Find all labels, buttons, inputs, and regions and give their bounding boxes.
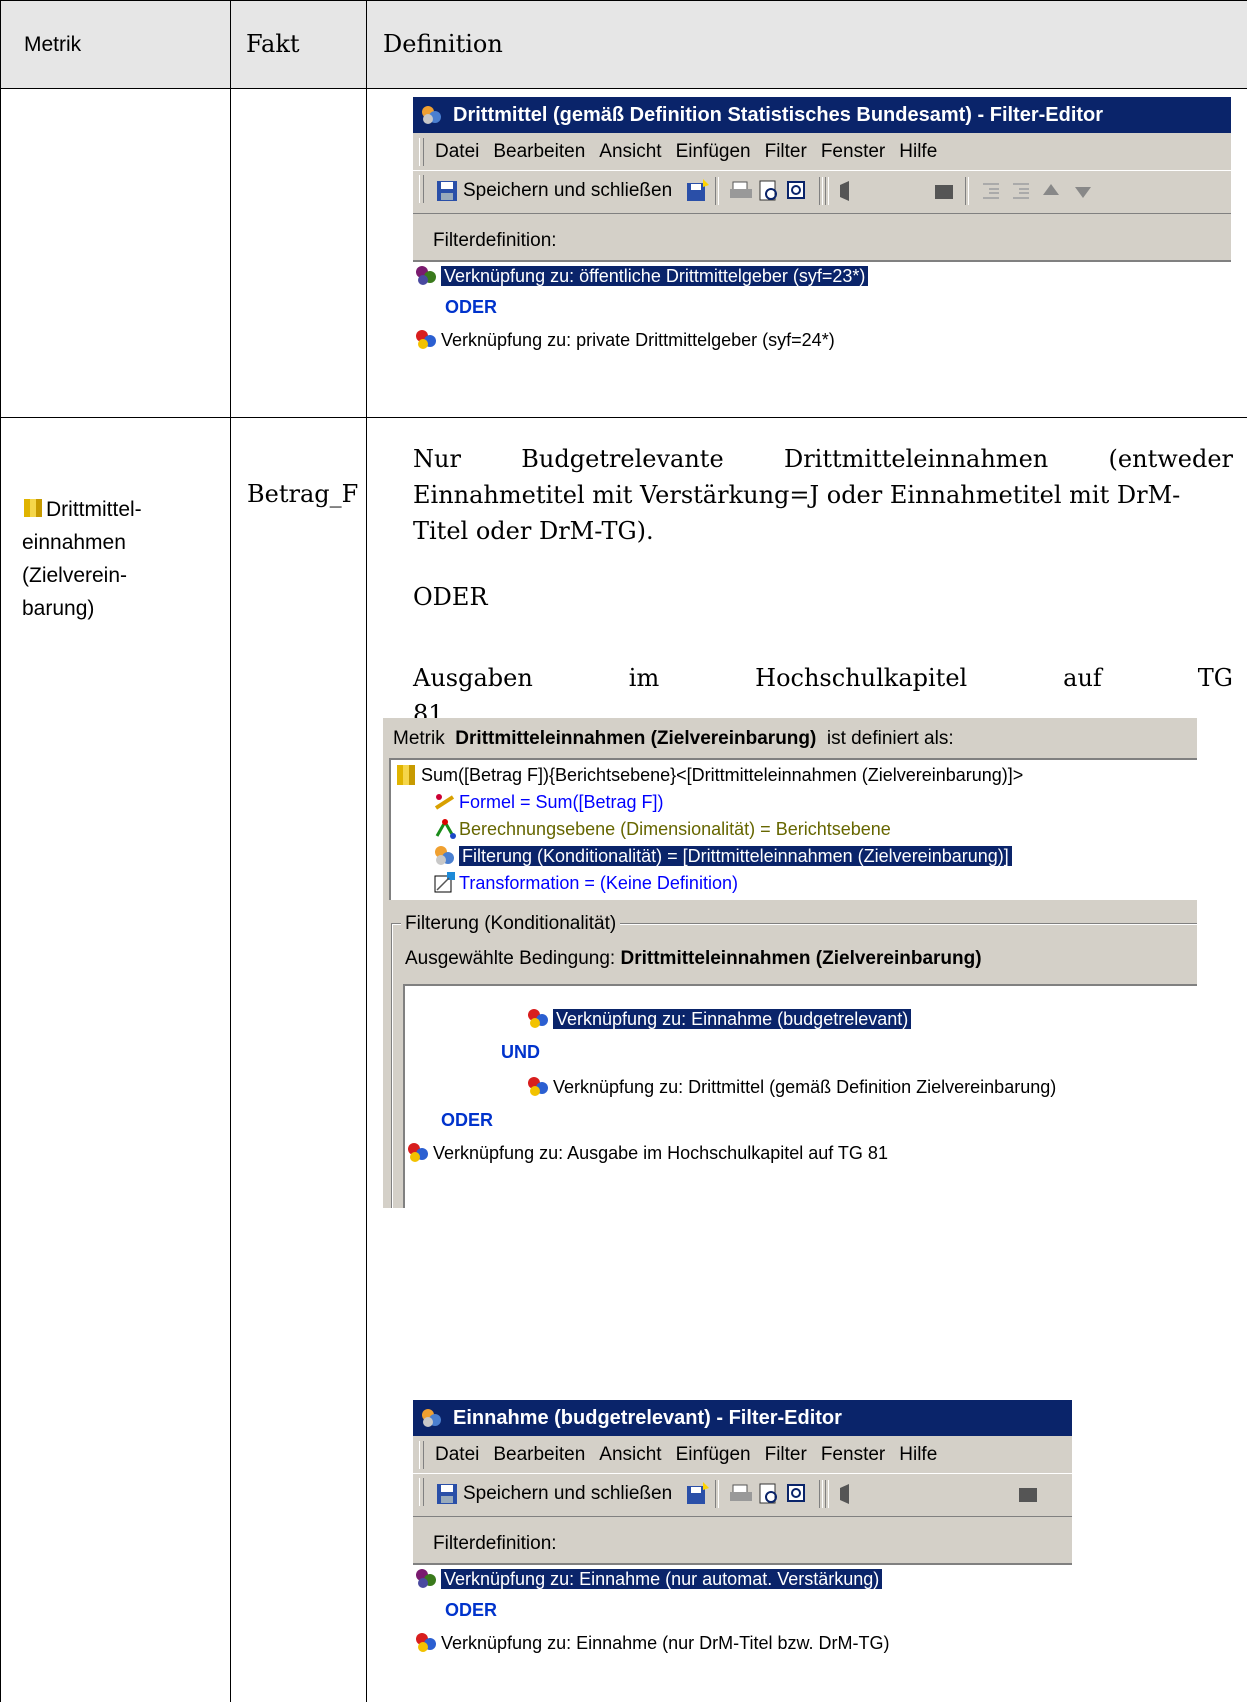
link-icon [416, 1633, 436, 1652]
filter-editor-window-2: Einnahme (budgetrelevant) - Filter-Edito… [413, 1400, 1072, 1702]
toolbar: Speichern und schließen [413, 1473, 1072, 1514]
menu-bar: Datei Bearbeiten Ansicht Einfügen Filter Fens… [413, 134, 1231, 170]
toolbar: Speichern und schließen [413, 170, 1231, 211]
save-icon [437, 1484, 457, 1504]
toolbar-grip[interactable] [419, 175, 424, 203]
filter-definition-panel: Filterdefinition: [413, 213, 1231, 397]
filter-condition-1[interactable]: Verknüpfung zu: öffentliche Drittmittelg… [415, 265, 870, 287]
table-header-background [0, 0, 1247, 88]
filter-icon [422, 1409, 441, 1427]
condition-einnahme-budgetrelevant[interactable]: Verknüpfung zu: Einnahme (budgetrelevant… [527, 1008, 913, 1030]
menu-bearbeiten[interactable]: Bearbeiten [493, 141, 585, 162]
menu-bar: Datei Bearbeiten Ansicht Einfügen Filter Fens… [413, 1437, 1072, 1473]
link-icon [416, 330, 436, 349]
save-and-close-button[interactable]: Speichern und schließen [463, 177, 672, 205]
filter-condition-1[interactable]: Verknüpfung zu: Einnahme (nur automat. V… [415, 1568, 884, 1590]
menu-fenster[interactable]: Fenster [821, 141, 885, 162]
filter-icon [435, 846, 454, 865]
operator-und[interactable]: UND [501, 1042, 540, 1063]
find-icon[interactable] [785, 179, 809, 203]
menu-einfuegen[interactable]: Einfügen [676, 141, 751, 162]
outdent-icon[interactable] [979, 179, 1003, 203]
link-icon [408, 1143, 428, 1162]
filterung-node[interactable]: Filterung (Konditionalität) = [Drittmitt… [433, 845, 1013, 867]
transformation-icon [434, 872, 455, 893]
print-preview-icon[interactable] [757, 179, 781, 203]
link-icon [528, 1009, 548, 1028]
move-up-icon[interactable] [1039, 179, 1063, 203]
menu-filter[interactable]: Filter [765, 1444, 807, 1465]
menu-fenster[interactable]: Fenster [821, 1444, 885, 1465]
move-down-icon[interactable] [1071, 179, 1095, 203]
operator-oder[interactable]: ODER [445, 1600, 497, 1621]
fakt-value: Betrag_F [247, 480, 359, 508]
operator-oder[interactable]: ODER [441, 1110, 493, 1131]
window-title-bar[interactable]: Einnahme (budgetrelevant) - Filter-Edito… [413, 1400, 1072, 1436]
indent-icon[interactable] [1009, 179, 1033, 203]
condition-drittmittel-zielvereinbarung[interactable]: Verknüpfung zu: Drittmittel (gemäß Defin… [527, 1076, 1056, 1098]
dimensionality-icon [435, 818, 456, 839]
metric-definition-panel: Metrik Drittmitteleinnahmen (Zielvereinb… [383, 718, 1197, 1208]
window-title-bar[interactable]: Drittmittel (gemäß Definition Statistisc… [413, 97, 1231, 133]
metric-name: Drittmittel- einnahmen (Zielverein- baru… [22, 498, 142, 620]
menubar-grip[interactable] [419, 138, 424, 166]
menu-datei[interactable]: Datei [435, 1444, 479, 1465]
filter-icon [422, 106, 441, 124]
filter-condition-2[interactable]: Verknüpfung zu: private Drittmittelgeber… [415, 329, 835, 351]
print-icon[interactable] [729, 179, 753, 203]
save-new-icon[interactable] [685, 179, 709, 203]
menu-filter[interactable]: Filter [765, 141, 807, 162]
menu-ansicht[interactable]: Ansicht [599, 1444, 661, 1465]
menu-bearbeiten[interactable]: Bearbeiten [493, 1444, 585, 1465]
operator-oder[interactable]: ODER [445, 297, 497, 318]
menu-hilfe[interactable]: Hilfe [899, 141, 937, 162]
link-icon [416, 266, 436, 285]
filterdefinition-label: Filterdefinition: [433, 1533, 557, 1554]
filter-condition-2[interactable]: Verknüpfung zu: Einnahme (nur DrM-Titel … [415, 1632, 889, 1654]
save-icon [437, 181, 457, 201]
transformation-node[interactable]: Transformation = (Keine Definition) [433, 872, 738, 894]
filterung-group-label: Filterung (Konditionalität) [401, 913, 621, 935]
metric-icon [24, 499, 42, 517]
folder-back-icon[interactable] [837, 1482, 861, 1506]
metric-icon [397, 765, 415, 785]
menu-ansicht[interactable]: Ansicht [599, 141, 661, 162]
formula-icon [434, 794, 455, 810]
folder-icon[interactable] [1017, 1482, 1041, 1506]
metric-root-node[interactable]: Sum([Betrag F]){Berichtsebene}<[Drittmit… [395, 764, 1023, 786]
window-title: Einnahme (budgetrelevant) - Filter-Edito… [453, 1407, 842, 1429]
definition-paragraph-1: Nur Budgetrelevante Drittmitteleinnahmen (e… [413, 445, 1233, 545]
selected-condition-line: Ausgewählte Bedingung: Drittmitteleinnah… [405, 948, 982, 969]
folder-icon[interactable] [933, 179, 957, 203]
formel-node[interactable]: Formel = Sum([Betrag F]) [433, 791, 664, 813]
menubar-grip[interactable] [419, 1441, 424, 1469]
save-and-close-button[interactable]: Speichern und schließen [463, 1480, 672, 1508]
link-icon [528, 1077, 548, 1096]
header-fakt: Fakt [246, 30, 300, 58]
menu-datei[interactable]: Datei [435, 141, 479, 162]
save-new-icon[interactable] [685, 1482, 709, 1506]
toolbar-grip[interactable] [419, 1478, 424, 1506]
print-preview-icon[interactable] [757, 1482, 781, 1506]
header-definition: Definition [383, 30, 503, 58]
window-title: Drittmittel (gemäß Definition Statistisc… [453, 104, 1104, 126]
print-icon[interactable] [729, 1482, 753, 1506]
definition-oder: ODER [413, 583, 488, 611]
find-icon[interactable] [785, 1482, 809, 1506]
filter-editor-window-1: Drittmittel (gemäß Definition Statistisc… [413, 97, 1231, 397]
condition-ausgabe-tg81[interactable]: Verknüpfung zu: Ausgabe im Hochschulkapi… [407, 1142, 888, 1164]
link-icon [416, 1569, 436, 1588]
folder-back-icon[interactable] [837, 179, 861, 203]
menu-einfuegen[interactable]: Einfügen [676, 1444, 751, 1465]
filterdefinition-label: Filterdefinition: [433, 230, 557, 251]
metric-heading: Metrik Drittmitteleinnahmen (Zielvereinb… [393, 728, 954, 749]
berechnungsebene-node[interactable]: Berechnungsebene (Dimensionalität) = Ber… [433, 818, 891, 840]
filter-definition-panel: Filterdefinition: [413, 1516, 1072, 1702]
header-metrik: Metrik [24, 33, 82, 56]
menu-hilfe[interactable]: Hilfe [899, 1444, 937, 1465]
